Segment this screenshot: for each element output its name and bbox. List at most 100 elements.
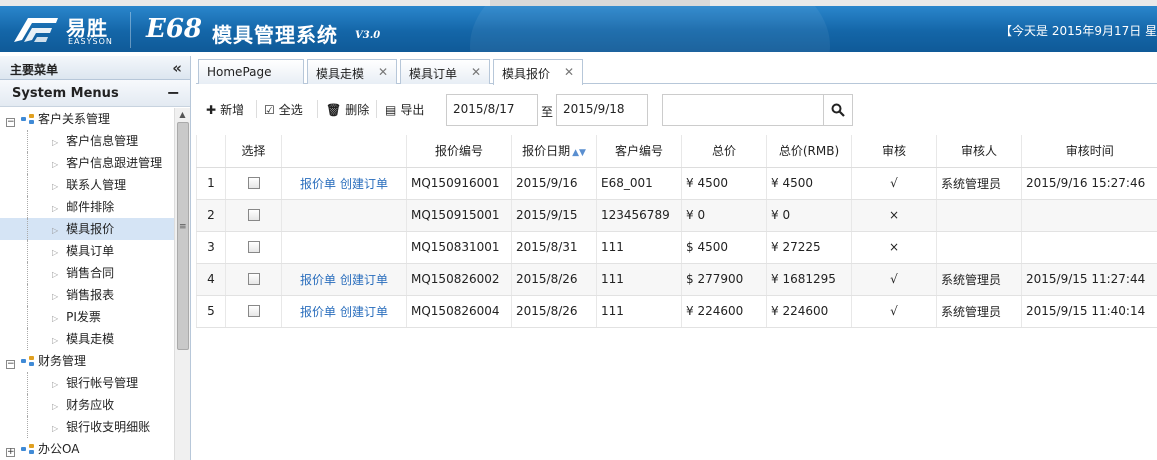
- row-checkbox[interactable]: [247, 273, 260, 285]
- close-icon[interactable]: ✕: [471, 65, 481, 79]
- sidebar-item[interactable]: ▷ 模具走模: [0, 328, 174, 350]
- close-icon[interactable]: ✕: [564, 65, 574, 79]
- tab-homepage[interactable]: HomePage: [198, 59, 304, 84]
- col-header-audit-time[interactable]: 审核时间: [1021, 135, 1157, 168]
- panel-collapse-icon[interactable]: −: [167, 83, 180, 102]
- row-checkbox[interactable]: [247, 209, 260, 221]
- date-from-input[interactable]: 2015/8/17: [446, 94, 538, 126]
- tab-mold-order[interactable]: 模具订单 ✕: [400, 59, 490, 84]
- menu-tree: − 客户关系管理 ▷ 客户信息管理 ▷ 客户信息跟进管理 ▷ 联系人管理 ▷ 邮件排除 ▷ 模具报价 ▷…: [0, 108, 174, 460]
- sidebar-item[interactable]: ▷ 财务应收: [0, 394, 174, 416]
- sidebar-scrollbar[interactable]: ▲ ≡: [174, 108, 190, 460]
- search-button[interactable]: [823, 94, 853, 126]
- row-actions: [281, 231, 407, 264]
- expand-toggle-icon[interactable]: +: [6, 448, 15, 457]
- select-all-button[interactable]: ☑ 全选: [264, 98, 303, 122]
- sort-desc-icon: ▲▼: [572, 148, 586, 159]
- col-header-auditor[interactable]: 审核人: [936, 135, 1022, 168]
- customer-no-cell: 111: [596, 231, 682, 264]
- table-header-row: 选择 报价编号 报价日期 ▲▼ 客户编号 总价 总价(RMB) 审核 审核人 审核…: [196, 135, 1157, 168]
- close-icon[interactable]: ✕: [378, 65, 388, 79]
- table-row[interactable]: 3 MQ150831001 2015/8/31 111 $ 4500 ¥ 27225 ×: [196, 231, 1157, 264]
- table-row[interactable]: 5 报价单 创建订单 MQ150826004 2015/8/26 111 ¥ 224600 ¥…: [196, 295, 1157, 328]
- sidebar-item[interactable]: ▷ 银行帐号管理: [0, 372, 174, 394]
- quote-no-cell: MQ150826004: [406, 295, 512, 328]
- customer-no-cell: 111: [596, 263, 682, 296]
- sidebar-item-label: 联系人管理: [66, 178, 127, 192]
- table-row[interactable]: 1 报价单 创建订单 MQ150916001 2015/9/16 E68_001 ¥ 450…: [196, 167, 1157, 200]
- sidebar-item-label: 客户信息跟进管理: [66, 156, 163, 170]
- sidebar-item[interactable]: ▷ 模具订单: [0, 240, 174, 262]
- create-order-link[interactable]: 创建订单: [340, 177, 388, 191]
- collapse-sidebar-icon[interactable]: «: [172, 59, 182, 77]
- triangle-right-icon: ▷: [52, 402, 59, 411]
- tree-group[interactable]: − 财务管理: [0, 350, 174, 372]
- tree-group[interactable]: − 客户关系管理: [0, 108, 174, 130]
- sidebar-header: 主要菜单 «: [0, 56, 190, 80]
- sidebar-item[interactable]: ▷ 销售报表: [0, 284, 174, 306]
- col-header-audit[interactable]: 审核: [851, 135, 937, 168]
- sidebar-item-label: 银行帐号管理: [66, 376, 139, 390]
- quote-no-cell: MQ150916001: [406, 167, 512, 200]
- sidebar-item-label: 模具走模: [66, 332, 115, 346]
- quote-sheet-link[interactable]: 报价单: [300, 273, 336, 287]
- scrollbar-thumb[interactable]: [177, 122, 189, 350]
- menu-panel-header[interactable]: System Menus −: [0, 80, 190, 107]
- quote-sheet-link[interactable]: 报价单: [300, 177, 336, 191]
- row-actions: 报价单 创建订单: [281, 263, 407, 296]
- auditor-cell: [936, 199, 1022, 232]
- scroll-up-icon[interactable]: ▲: [175, 108, 190, 122]
- tab-mold-quote[interactable]: 模具报价 ✕: [493, 59, 583, 85]
- export-doc-icon: ▤: [385, 103, 397, 117]
- logo-divider: [130, 12, 131, 48]
- col-header-index: [196, 135, 226, 168]
- delete-button[interactable]: 🗑 删除: [326, 98, 369, 122]
- col-header-customer-no[interactable]: 客户编号: [596, 135, 682, 168]
- col-header-total-rmb[interactable]: 总价(RMB): [766, 135, 852, 168]
- triangle-right-icon: ▷: [52, 182, 59, 191]
- total-cell: ¥ 0: [681, 199, 767, 232]
- create-order-link[interactable]: 创建订单: [340, 305, 388, 319]
- tree-guide-line: [27, 152, 28, 174]
- export-button[interactable]: ▤ 导出: [385, 98, 424, 122]
- date-to-input[interactable]: 2015/9/18: [556, 94, 648, 126]
- tree-guide-line: [27, 372, 28, 394]
- app-version: V3.0: [355, 30, 381, 41]
- tab-mold-transfer[interactable]: 模具走模 ✕: [307, 59, 397, 84]
- tree-group[interactable]: + 办公OA: [0, 438, 174, 460]
- sidebar-item[interactable]: ▷ 模具报价: [0, 218, 174, 240]
- row-checkbox[interactable]: [247, 177, 260, 189]
- search-input[interactable]: [662, 94, 824, 126]
- toolbar-divider: [256, 100, 257, 118]
- collapse-toggle-icon[interactable]: −: [6, 118, 15, 127]
- sidebar-item[interactable]: ▷ 客户信息跟进管理: [0, 152, 174, 174]
- sidebar-item-label: 银行收支明细账: [66, 420, 151, 434]
- col-header-quote-no[interactable]: 报价编号: [406, 135, 512, 168]
- sidebar-item[interactable]: ▷ PI发票: [0, 306, 174, 328]
- collapse-toggle-icon[interactable]: −: [6, 360, 15, 369]
- table-row[interactable]: 2 MQ150915001 2015/9/15 123456789 ¥ 0 ¥ 0 ×: [196, 199, 1157, 232]
- logo-subtext: EASYSON: [68, 37, 113, 46]
- create-order-link[interactable]: 创建订单: [340, 273, 388, 287]
- row-checkbox[interactable]: [247, 241, 260, 253]
- sidebar-item[interactable]: ▷ 银行收支明细账: [0, 416, 174, 438]
- col-header-total[interactable]: 总价: [681, 135, 767, 168]
- total-cell: ¥ 224600: [681, 295, 767, 328]
- quote-sheet-link[interactable]: 报价单: [300, 305, 336, 319]
- sidebar-item[interactable]: ▷ 销售合同: [0, 262, 174, 284]
- table-row[interactable]: 4 报价单 创建订单 MQ150826002 2015/8/26 111 $ 277900 ¥…: [196, 263, 1157, 296]
- sidebar-item[interactable]: ▷ 邮件排除: [0, 196, 174, 218]
- col-header-quote-date[interactable]: 报价日期 ▲▼: [511, 135, 597, 168]
- row-select-cell: [225, 231, 282, 264]
- sidebar-item[interactable]: ▷ 客户信息管理: [0, 130, 174, 152]
- tab-label: 模具走模: [316, 67, 365, 81]
- quote-no-cell: MQ150826002: [406, 263, 512, 296]
- sidebar-item[interactable]: ▷ 联系人管理: [0, 174, 174, 196]
- delete-label: 删除: [345, 103, 370, 117]
- customer-no-cell: 123456789: [596, 199, 682, 232]
- add-button[interactable]: ✚ 新增: [206, 98, 244, 122]
- tree-guide-line: [27, 306, 28, 328]
- quote-table: 选择 报价编号 报价日期 ▲▼ 客户编号 总价 总价(RMB) 审核 审核人 审核…: [196, 135, 1157, 328]
- row-checkbox[interactable]: [247, 305, 260, 317]
- row-index: 4: [196, 263, 226, 296]
